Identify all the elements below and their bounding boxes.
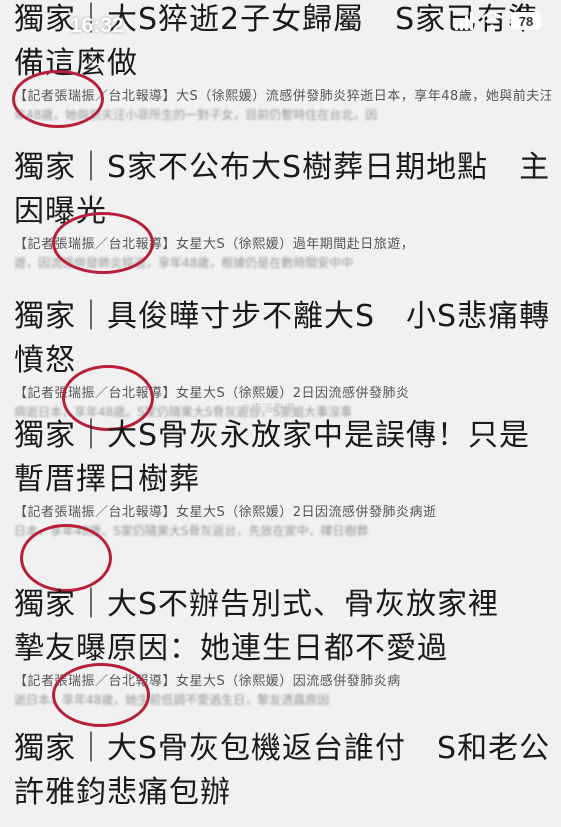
article-item[interactable]: 獨家｜大S骨灰永放家中是誤傳！只是暫厝擇日樹葬 【記者張瑞振／台北報導】女星大S…: [0, 414, 561, 592]
status-bar: 16:32 78: [0, 0, 561, 46]
article-byline: 【記者張瑞振／台北報導】女星大S（徐熙媛）因流感併發肺炎病: [14, 674, 401, 689]
article-item[interactable]: 獨家｜大S骨灰包機返台誰付 S和老公許雅鈞悲痛包辦: [0, 727, 561, 827]
article-snippet: 逝日本，享年48歲，她生前低調不愛過生日，摯友透露原因: [14, 693, 330, 705]
article-item[interactable]: 獨家｜大S不辦告別式、骨灰放家裡 摯友曝原因：她連生日都不愛過 【記者張瑞振／台…: [0, 583, 561, 727]
article-snippet: [14, 815, 551, 827]
battery-icon: 78: [511, 12, 541, 30]
article-snippet: 年48歲，她與前夫汪小菲所生的一對子女，目前仍暫時住在台北，因: [14, 108, 378, 120]
article-byline: 【記者張瑞振／台北報導】女星大S（徐熙媛）過年期間赴日旅遊，: [14, 237, 415, 252]
article-snippet: 日本，享年48歲。S家仍隨果大S骨灰返台，先放在家中，擇日樹葬: [14, 524, 369, 536]
article-item[interactable]: 獨家｜具俊曄寸步不離大S 小S悲痛轉憤怒 【記者張瑞振／台北報導】女星大S（徐熙…: [0, 295, 561, 431]
article-item[interactable]: 獨家｜S家不公布大S樹葬日期地點 主因曝光 【記者張瑞振／台北報導】女星大S（徐…: [0, 146, 561, 274]
article-headline[interactable]: 獨家｜大S骨灰永放家中是誤傳！只是暫厝擇日樹葬: [14, 414, 551, 502]
article-snippet: 遊，因流感併發肺炎猝逝，享年48歲，根據仍是在數時間安中中: [14, 256, 354, 268]
article-headline[interactable]: 獨家｜具俊曄寸步不離大S 小S悲痛轉憤怒: [14, 295, 551, 383]
article-byline: 【記者張瑞振／台北報導】大S（徐熙媛）流感併發肺炎猝逝日本，享年48歲，她與前夫…: [14, 89, 551, 104]
status-icons: 78: [455, 12, 541, 30]
article-headline[interactable]: 獨家｜S家不公布大S樹葬日期地點 主因曝光: [14, 146, 551, 234]
wifi-icon: [481, 12, 503, 30]
article-headline[interactable]: 獨家｜大S骨灰包機返台誰付 S和老公許雅鈞悲痛包辦: [14, 727, 551, 815]
status-time: 16:32: [70, 14, 124, 37]
article-byline: 【記者張瑞振／台北報導】女星大S（徐熙媛）2日因流感併發肺炎病逝: [14, 505, 437, 520]
signal-icon: [455, 12, 473, 30]
article-headline[interactable]: 獨家｜大S不辦告別式、骨灰放家裡 摯友曝原因：她連生日都不愛過: [14, 583, 551, 671]
